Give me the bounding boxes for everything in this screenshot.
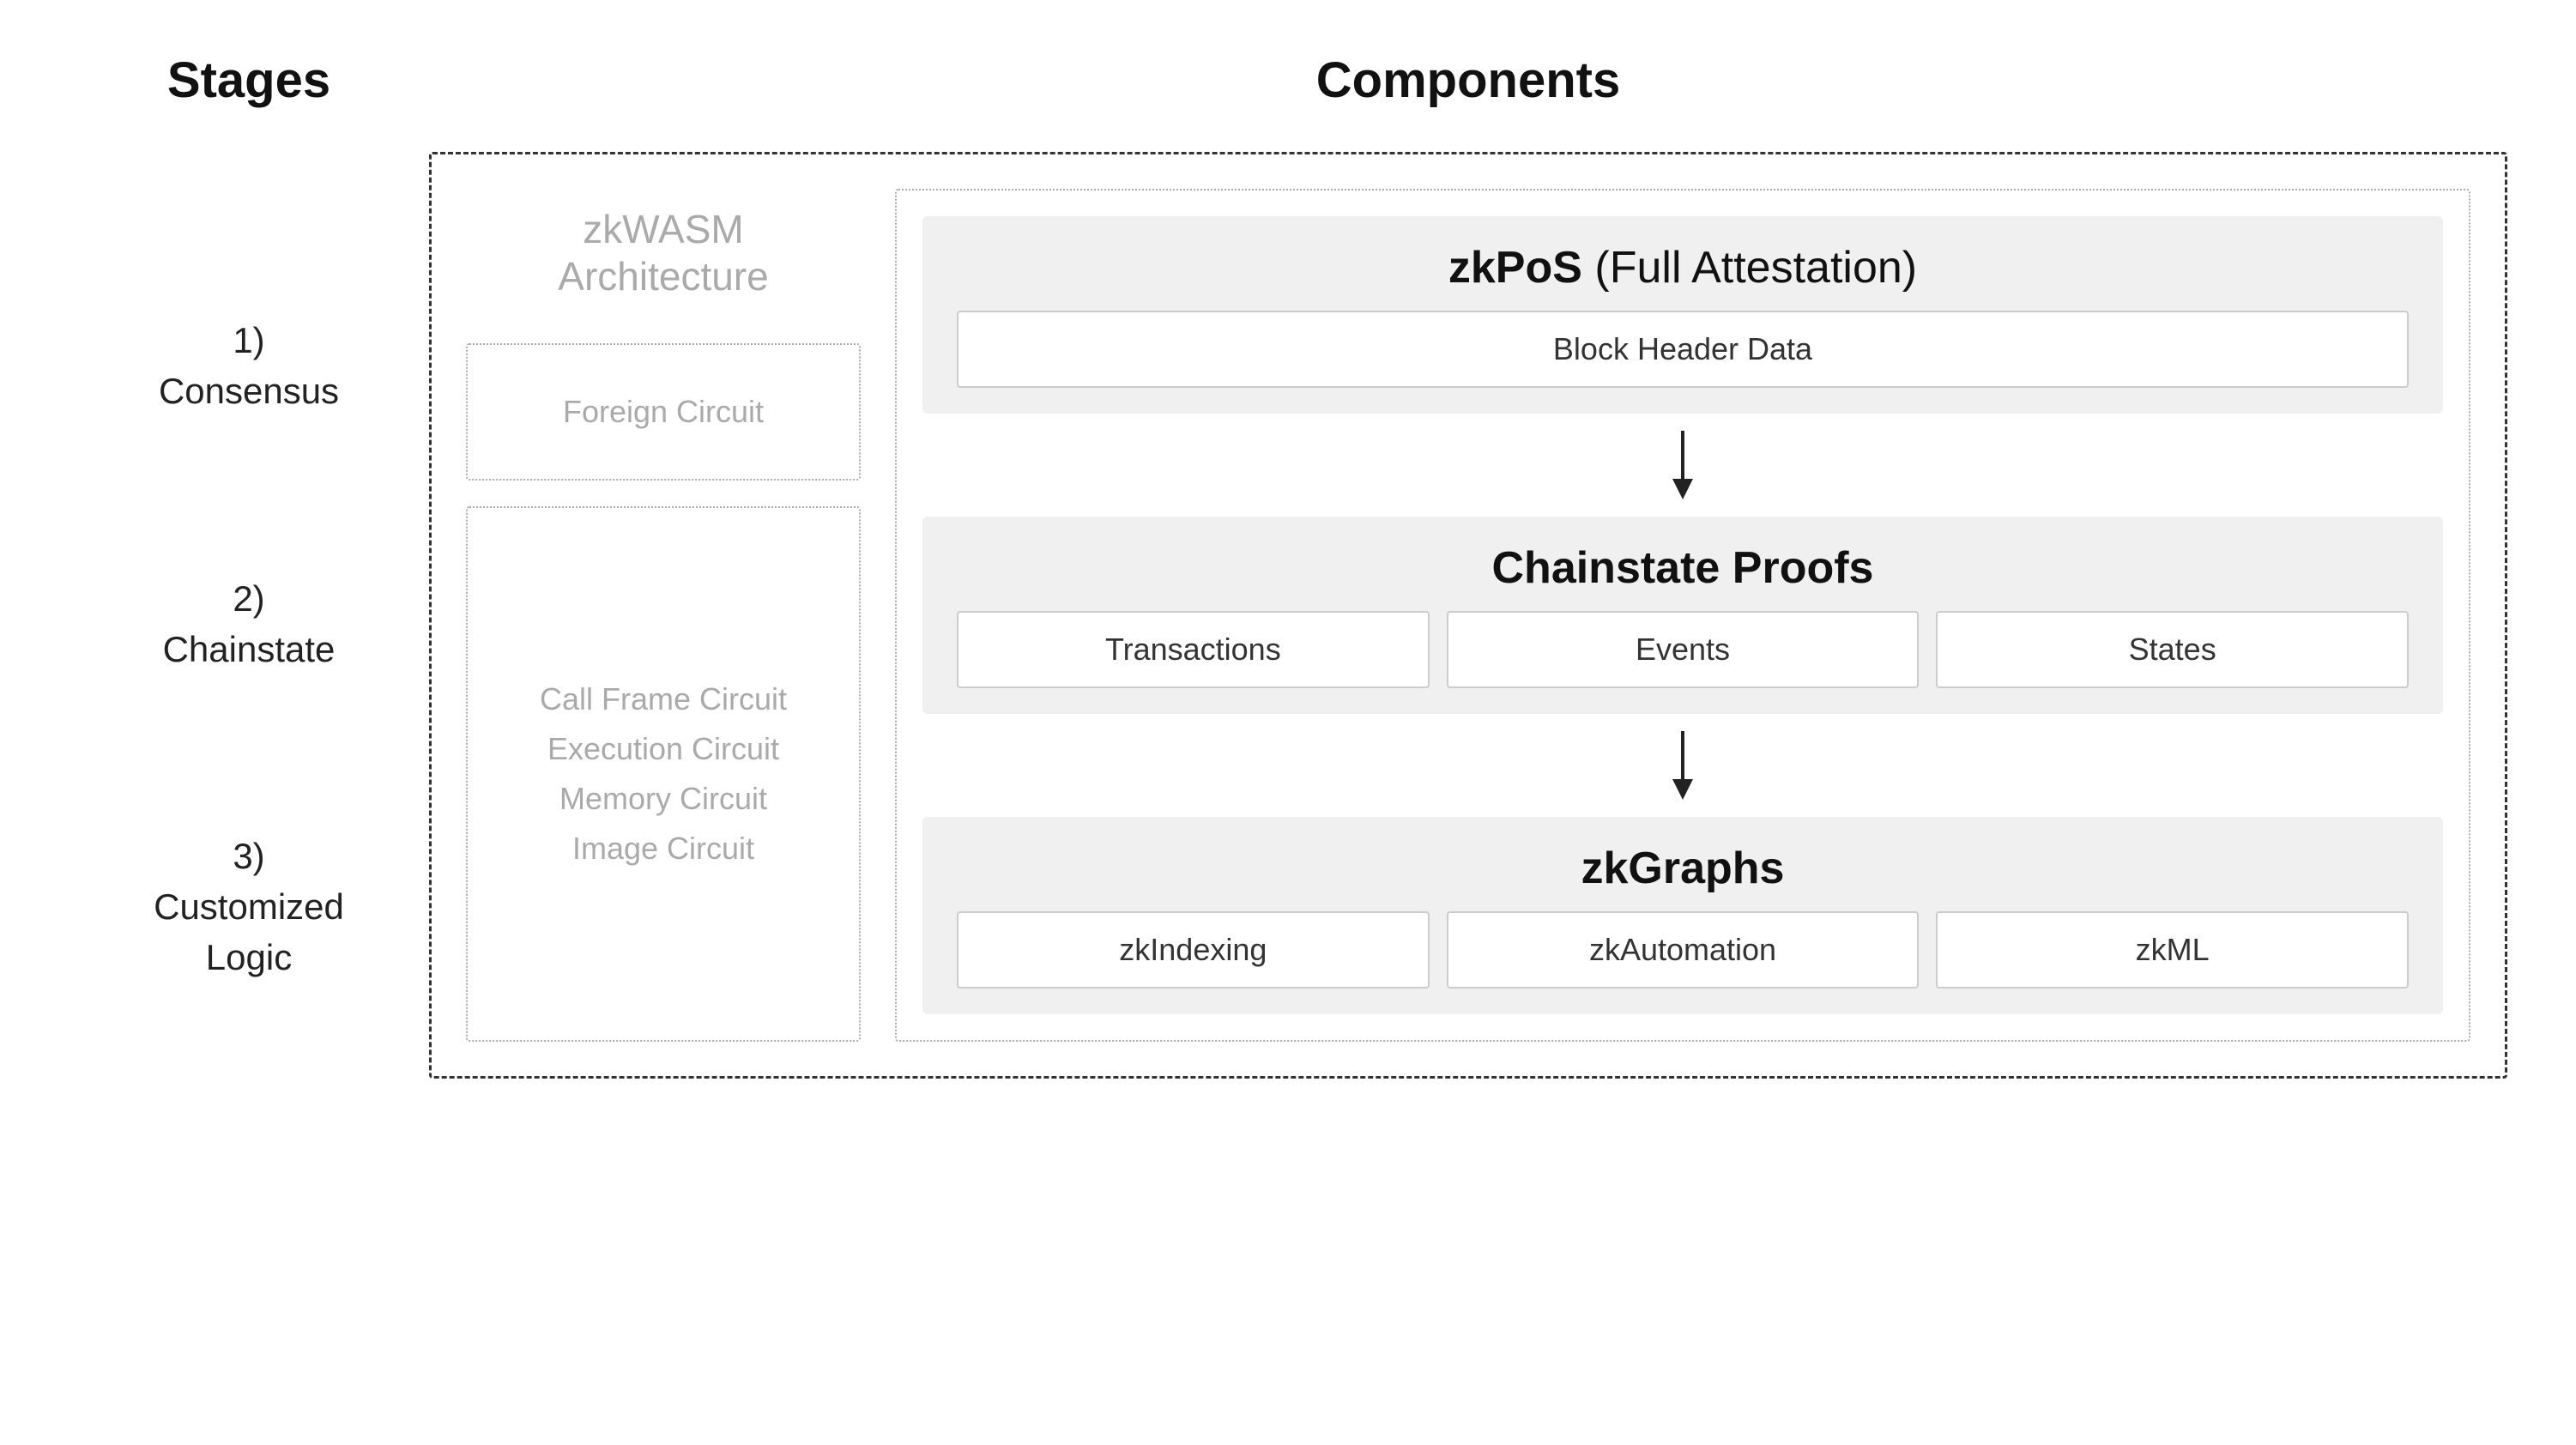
- zkautomation-label: zkAutomation: [1589, 932, 1776, 967]
- header-row: Stages Components: [69, 51, 2507, 109]
- components-header: Components: [429, 51, 2507, 109]
- content-row: 1) Consensus 2) Chainstate 3) Customized…: [69, 152, 2507, 1079]
- zkwasm-title-line2: Architecture: [558, 254, 768, 299]
- zkpos-subtitle: (Full Attestation): [1594, 243, 1917, 293]
- stage-1: 1) Consensus: [69, 299, 429, 434]
- stages-column: 1) Consensus 2) Chainstate 3) Customized…: [69, 152, 429, 1079]
- zkwasm-title-line1: zkWASM: [583, 207, 743, 251]
- transactions-label: Transactions: [1105, 632, 1281, 667]
- zkgraphs-title: zkGraphs: [957, 843, 2409, 894]
- components-area: zkWASM Architecture Foreign Circuit Call…: [429, 152, 2507, 1079]
- proof-items-row: Transactions Events States: [957, 611, 2409, 688]
- events-box: Events: [1447, 611, 1920, 688]
- foreign-circuit-label: Foreign Circuit: [563, 394, 764, 430]
- stage-3: 3) CustomizedLogic: [69, 814, 429, 1000]
- stage-1-number: 1): [69, 316, 429, 366]
- zkindexing-box: zkIndexing: [957, 911, 1430, 989]
- execution-circuit: Execution Circuit: [547, 731, 779, 767]
- zkwasm-title: zkWASM Architecture: [558, 189, 768, 317]
- stage-3-label: CustomizedLogic: [154, 886, 344, 977]
- circuits-box: Call Frame Circuit Execution Circuit Mem…: [466, 506, 861, 1042]
- stage-1-label: Consensus: [159, 371, 339, 411]
- states-box: States: [1936, 611, 2409, 688]
- stage-2-number: 2): [69, 574, 429, 625]
- foreign-circuit-box: Foreign Circuit: [466, 343, 861, 481]
- chainstate-title: Chainstate Proofs: [957, 542, 2409, 594]
- stage-2-label: Chainstate: [163, 629, 336, 669]
- zkpos-bold: zkPoS: [1448, 243, 1595, 293]
- states-label: States: [2129, 632, 2216, 667]
- zkml-label: zkML: [2136, 932, 2210, 967]
- diagram-wrapper: Stages Components 1) Consensus 2) Chains…: [69, 51, 2507, 1079]
- call-frame-circuit: Call Frame Circuit: [540, 681, 787, 717]
- arrow-down-2: [922, 714, 2443, 817]
- zkml-box: zkML: [1936, 911, 2409, 989]
- block-header-box: Block Header Data: [957, 311, 2409, 388]
- zkautomation-box: zkAutomation: [1447, 911, 1920, 989]
- stage-2: 2) Chainstate: [69, 557, 429, 692]
- zkwasm-column: zkWASM Architecture Foreign Circuit Call…: [466, 189, 861, 1042]
- memory-circuit: Memory Circuit: [559, 781, 767, 817]
- chainstate-section: Chainstate Proofs Transactions Events St…: [922, 517, 2443, 714]
- image-circuit: Image Circuit: [572, 831, 754, 867]
- zkpos-section: zkPoS (Full Attestation) Block Header Da…: [922, 216, 2443, 414]
- stage-3-number: 3): [69, 831, 429, 882]
- zkindexing-label: zkIndexing: [1119, 932, 1267, 967]
- zkgraphs-section: zkGraphs zkIndexing zkAutomation zkML: [922, 817, 2443, 1014]
- zkpos-title: zkPoS (Full Attestation): [957, 242, 2409, 293]
- events-label: Events: [1636, 632, 1730, 667]
- proofs-column: zkPoS (Full Attestation) Block Header Da…: [895, 189, 2470, 1042]
- stages-header: Stages: [69, 51, 429, 109]
- arrow-down-1: [922, 414, 2443, 517]
- graph-items-row: zkIndexing zkAutomation zkML: [957, 911, 2409, 989]
- transactions-box: Transactions: [957, 611, 1430, 688]
